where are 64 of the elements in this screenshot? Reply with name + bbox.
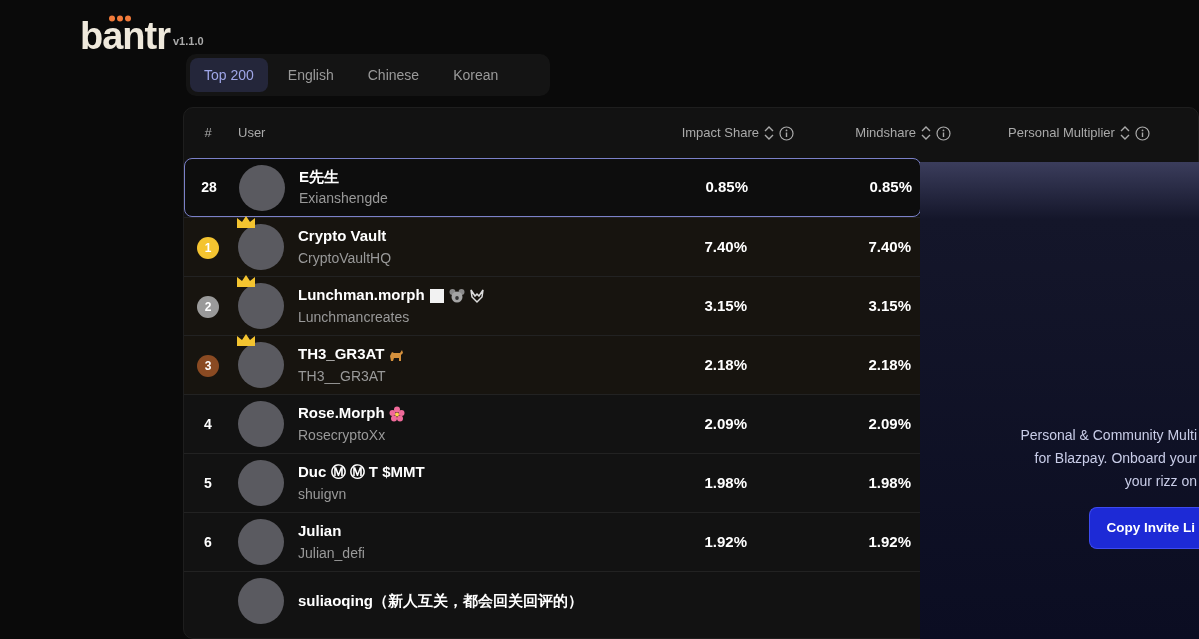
- user-name: Duc Ⓜ Ⓜ T $MMT: [298, 462, 425, 483]
- user-name: Lunchman.morph: [298, 285, 425, 306]
- table-row[interactable]: 4 Rose.Morph RosecryptoXx 2.09% 2.09%: [184, 394, 921, 453]
- user-handle: Julian_defi: [298, 543, 365, 563]
- tab[interactable]: Korean: [439, 58, 513, 92]
- mindshare-value: 2.18%: [868, 355, 911, 373]
- tab[interactable]: Top 200: [190, 58, 268, 92]
- copy-invite-button[interactable]: Copy Invite Li: [1089, 507, 1199, 550]
- tab[interactable]: English: [273, 58, 348, 92]
- table-row[interactable]: 3 TH3_GR3AT TH3__GR3AT 2.18% 2.18%: [184, 335, 921, 394]
- column-header: Mindshare: [855, 124, 916, 143]
- user-name: Crypto Vault: [298, 226, 387, 247]
- column-header: Personal Multiplier: [1008, 124, 1115, 143]
- user-name: Rose.Morph: [298, 403, 385, 424]
- user-handle: Exianshengde: [299, 189, 388, 209]
- rank-number: 5: [204, 474, 212, 491]
- flower-icon: [388, 405, 405, 422]
- user-handle: Lunchmancreates: [298, 307, 411, 327]
- column-header: Impact Share: [681, 124, 759, 143]
- impact-share-value: 2.09%: [704, 414, 747, 432]
- user-handle: RosecryptoXx: [298, 425, 387, 445]
- wings-icon: [468, 287, 485, 304]
- impact-share-value: 3.15%: [704, 296, 747, 314]
- version-label: v1.1.0: [173, 34, 204, 50]
- square-icon: [428, 287, 445, 304]
- mindshare-value: 1.92%: [868, 532, 911, 550]
- table-row[interactable]: 1 Crypto Vault CryptoVaultHQ 7.40% 7.40%: [184, 217, 921, 276]
- user-name: suliaoqing（新人互关，都会回关回评的）: [298, 590, 583, 611]
- impact-share-value: 1.98%: [704, 473, 747, 491]
- column-header: User: [238, 124, 266, 143]
- impact-share-value: 7.40%: [704, 237, 747, 255]
- mindshare-value: 0.85%: [869, 178, 912, 196]
- user-handle: CryptoVaultHQ: [298, 248, 392, 268]
- koala-icon: [448, 287, 465, 304]
- mindshare-value: 1.98%: [868, 473, 911, 491]
- table-row[interactable]: 2 Lunchman.morph Lunchmancreates 3.15% 3.15%: [184, 276, 921, 335]
- dots-icon: [109, 15, 131, 22]
- rank-number: 28: [201, 179, 217, 196]
- invite-text-line: your rizz on: [1123, 472, 1197, 492]
- user-handle: TH3__GR3AT: [298, 366, 387, 386]
- user-handle: shuigvn: [298, 484, 348, 504]
- rank-medal: 2: [197, 295, 219, 318]
- user-name: TH3_GR3AT: [298, 344, 385, 365]
- table-row[interactable]: 5 Duc Ⓜ Ⓜ T $MMT shuigvn 1.98% 1.98%: [184, 453, 921, 512]
- user-name: Julian: [298, 521, 342, 542]
- table-row[interactable]: suliaoqing（新人互关，都会回关回评的）: [184, 571, 921, 630]
- column-header: #: [204, 124, 212, 143]
- tab[interactable]: Chinese: [353, 58, 434, 92]
- rank-number: 4: [204, 415, 212, 432]
- mindshare-value: 2.09%: [868, 414, 911, 432]
- table-row[interactable]: 6 Julian Julian_defi 1.92% 1.92%: [184, 512, 921, 571]
- impact-share-value: 1.92%: [704, 532, 747, 550]
- impact-share-value: 2.18%: [704, 355, 747, 373]
- mindshare-value: 7.40%: [868, 237, 911, 255]
- rank-medal: 1: [197, 236, 219, 259]
- rank-medal: 3: [197, 354, 219, 377]
- impact-share-value: 0.85%: [705, 178, 748, 196]
- invite-text-line: Personal & Community Multi: [1019, 426, 1197, 445]
- highlighted-row[interactable]: 28 E先生 Exianshengde 0.85% 0.85%: [184, 158, 921, 217]
- mindshare-value: 3.15%: [868, 296, 911, 314]
- logo-text: bantr: [80, 22, 170, 52]
- user-name: E先生: [299, 166, 339, 187]
- invite-text-line: for Blazpay. Onboard your: [1033, 449, 1197, 469]
- rank-number: 6: [204, 533, 212, 550]
